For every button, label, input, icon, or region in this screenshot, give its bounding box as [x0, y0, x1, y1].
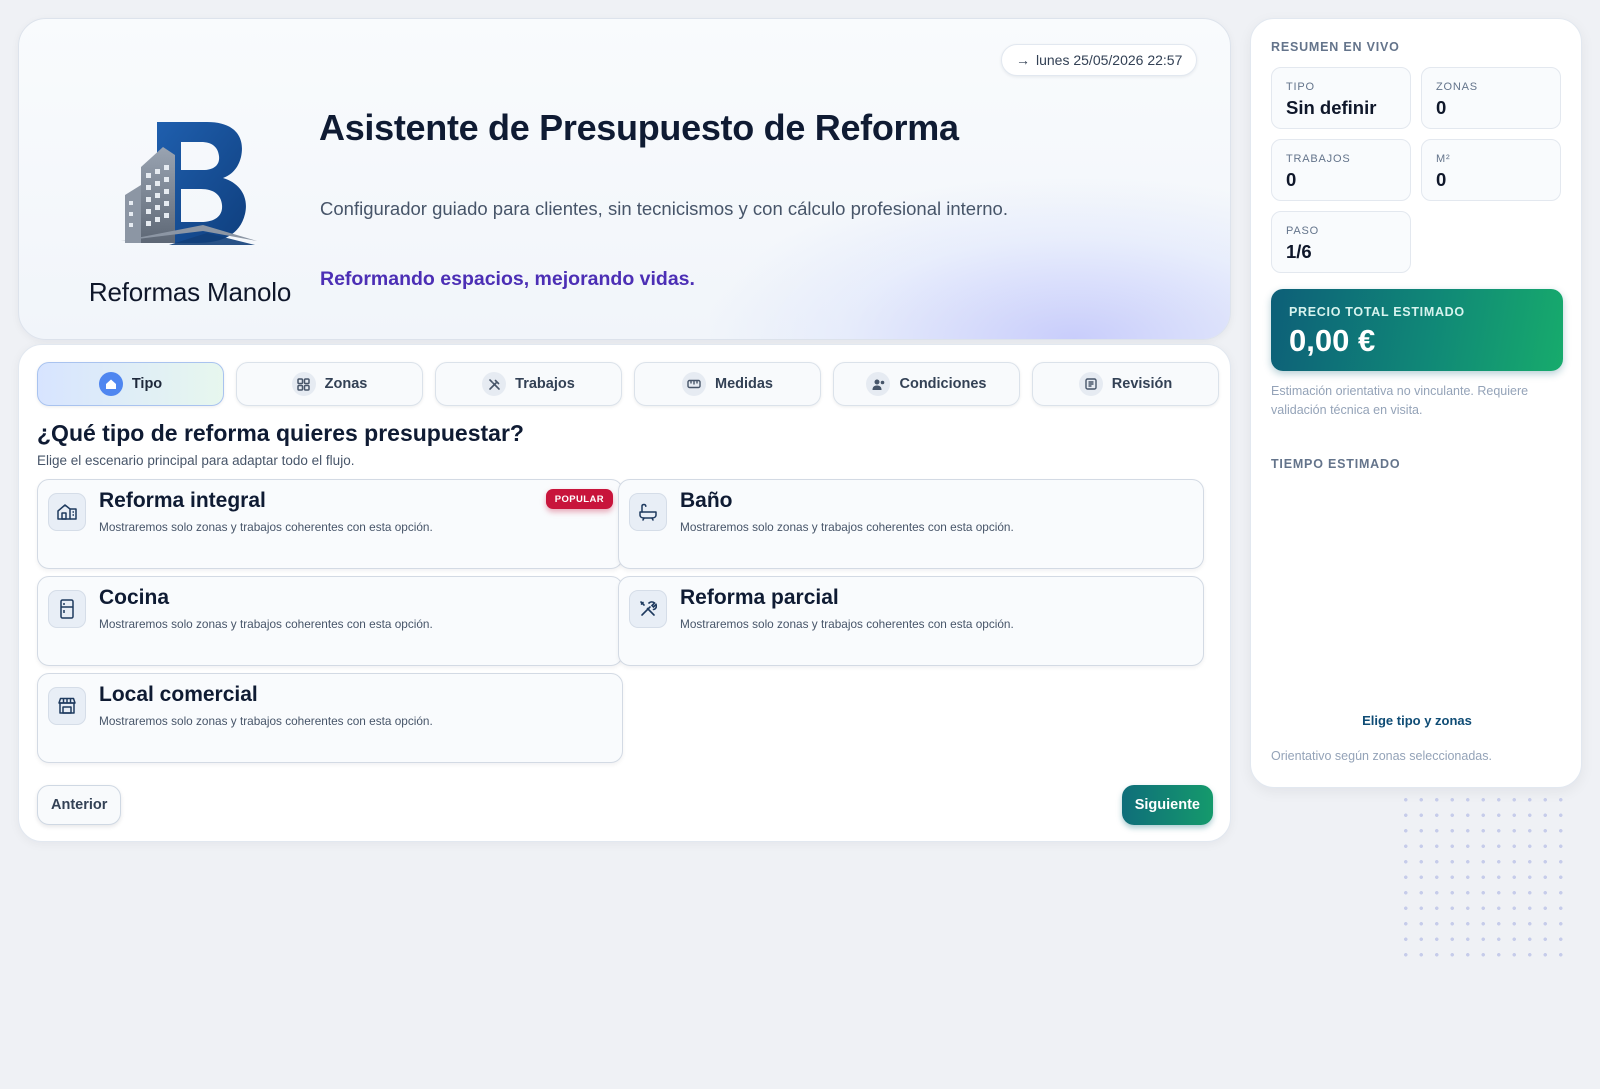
stat-label: TRABAJOS [1286, 153, 1351, 165]
price-value: 0,00 € [1289, 323, 1376, 358]
brand-name: Reformas Manolo [88, 277, 292, 307]
stat-value: 0 [1436, 169, 1447, 190]
option-description: Mostraremos solo zonas y trabajos cohere… [99, 520, 433, 534]
building-b-logo-icon [121, 122, 257, 245]
stat-value: Sin definir [1286, 97, 1377, 118]
step-question: ¿Qué tipo de reforma quieres presupuesta… [37, 420, 524, 446]
option-description: Mostraremos solo zonas y trabajos cohere… [99, 617, 433, 631]
step-hint: Elige el escenario principal para adapta… [37, 453, 355, 468]
previous-button[interactable]: Anterior [37, 785, 122, 825]
hero-header: → lunes 25/05/2026 22:57 Reformas Manolo… [18, 18, 1231, 340]
tab-condiciones[interactable]: Condiciones [833, 362, 1020, 406]
option-description: Mostraremos solo zonas y trabajos cohere… [99, 714, 433, 728]
arrow-right-icon: → [1016, 52, 1030, 68]
stat-m2: M² 0 [1421, 139, 1561, 201]
user-settings-icon [866, 372, 891, 396]
option-title: Reforma integral [99, 489, 266, 512]
tab-label: Tipo [131, 376, 163, 392]
datetime-text: lunes 25/05/2026 22:57 [1036, 52, 1183, 68]
stat-paso: PASO 1/6 [1271, 211, 1411, 273]
option-reforma-parcial[interactable]: Reforma parcial Mostraremos solo zonas y… [618, 576, 1204, 666]
stat-zonas: ZONAS 0 [1421, 67, 1561, 129]
stat-label: TIPO [1286, 81, 1315, 93]
live-summary-panel: RESUMEN EN VIVO TIPO Sin definir ZONAS 0… [1250, 18, 1582, 788]
tab-label: Medidas [714, 376, 773, 392]
stat-label: M² [1436, 153, 1451, 165]
tab-trabajos[interactable]: Trabajos [435, 362, 622, 406]
dot-pattern-decoration [1398, 792, 1572, 964]
summary-heading: RESUMEN EN VIVO [1271, 40, 1400, 54]
option-reforma-integral[interactable]: Reforma integral Mostraremos solo zonas … [37, 479, 623, 569]
tools-icon [629, 590, 667, 628]
price-disclaimer: Estimación orientativa no vinculante. Re… [1271, 384, 1529, 417]
stat-value: 0 [1286, 169, 1297, 190]
bathtub-icon [629, 493, 667, 531]
ruler-icon [681, 372, 706, 396]
tab-tipo[interactable]: Tipo [37, 362, 224, 406]
home-icon [98, 372, 123, 396]
tools-icon [482, 372, 507, 396]
option-title: Reforma parcial [680, 586, 839, 609]
wizard-card: Tipo Zonas Trabajos Medidas Condiciones … [18, 344, 1231, 842]
stat-value: 1/6 [1286, 241, 1312, 262]
option-description: Mostraremos solo zonas y trabajos cohere… [680, 520, 1014, 534]
option-cocina[interactable]: Cocina Mostraremos solo zonas y trabajos… [37, 576, 623, 666]
stat-tipo: TIPO Sin definir [1271, 67, 1411, 129]
store-icon [48, 687, 86, 725]
step-tabs: Tipo Zonas Trabajos Medidas Condiciones … [37, 362, 1219, 406]
stat-value: 0 [1436, 97, 1447, 118]
page-title: Asistente de Presupuesto de Reforma [319, 107, 959, 148]
datetime-chip: → lunes 25/05/2026 22:57 [1001, 44, 1198, 76]
tab-label: Trabajos [515, 376, 575, 392]
option-title: Local comercial [99, 683, 258, 706]
estimated-time-heading: TIEMPO ESTIMADO [1271, 457, 1401, 471]
stat-trabajos: TRABAJOS 0 [1271, 139, 1411, 201]
grid-icon [291, 372, 316, 396]
page-subtitle: Configurador guiado para clientes, sin t… [320, 198, 1008, 219]
price-label: PRECIO TOTAL ESTIMADO [1289, 305, 1465, 319]
fridge-icon [48, 590, 86, 628]
estimated-time-note: Orientativo según zonas seleccionadas. [1271, 749, 1492, 763]
document-icon [1078, 372, 1103, 396]
next-button[interactable]: Siguiente [1121, 785, 1213, 825]
brand-slogan: Reformando espacios, mejorando vidas. [320, 268, 695, 290]
option-bano[interactable]: Baño Mostraremos solo zonas y trabajos c… [618, 479, 1204, 569]
option-title: Cocina [99, 586, 170, 609]
tab-label: Zonas [324, 376, 368, 392]
option-description: Mostraremos solo zonas y trabajos cohere… [680, 617, 1014, 631]
tab-zonas[interactable]: Zonas [236, 362, 423, 406]
house-icon [48, 493, 86, 531]
tab-medidas[interactable]: Medidas [634, 362, 821, 406]
total-price-box: PRECIO TOTAL ESTIMADO 0,00 € [1271, 289, 1563, 371]
popular-badge: POPULAR [545, 489, 613, 509]
tab-revision[interactable]: Revisión [1032, 362, 1219, 406]
tab-label: Condiciones [899, 376, 987, 392]
option-title: Baño [680, 489, 733, 512]
option-local-comercial[interactable]: Local comercial Mostraremos solo zonas y… [37, 673, 623, 763]
stat-label: ZONAS [1436, 81, 1478, 93]
stat-label: PASO [1286, 225, 1319, 237]
tab-label: Revisión [1111, 376, 1173, 392]
estimated-time-placeholder: Elige tipo y zonas [1362, 713, 1472, 728]
